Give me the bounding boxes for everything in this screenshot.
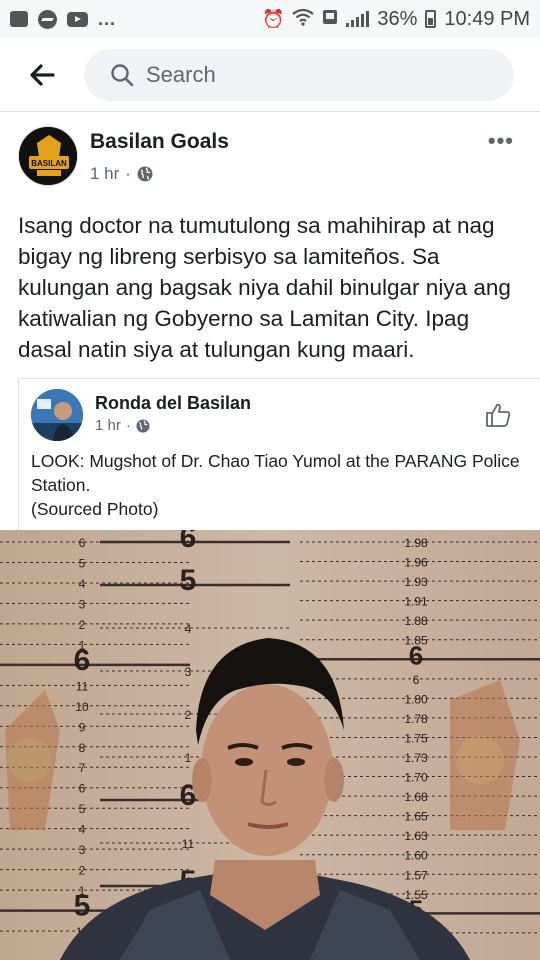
height-mark-left: 6 <box>74 644 91 677</box>
post-text: Isang doctor na tumutulong sa mahihirap … <box>18 213 511 362</box>
wifi-icon <box>292 8 315 31</box>
battery-icon <box>425 10 437 28</box>
meta-separator: · <box>125 164 131 183</box>
height-mark-right: 1.68 <box>404 790 428 804</box>
shared-page-avatar[interactable] <box>31 389 83 441</box>
height-mark-left: 5 <box>74 890 91 923</box>
height-mark-left: 2 <box>79 864 86 878</box>
height-mark-left: 3 <box>79 843 86 857</box>
shared-time[interactable]: 1 hr <box>95 417 121 434</box>
height-mark-right: 1.73 <box>404 751 428 765</box>
height-mark-mid: 2 <box>185 708 192 722</box>
height-mark-right: 6 <box>409 640 423 670</box>
avatar-logo-text: BASILAN <box>31 159 67 168</box>
height-mark-left: 3 <box>79 597 86 611</box>
system-indicators: ⏰ 36% 10:49 PM <box>262 8 530 31</box>
height-mark-left: 4 <box>79 823 86 837</box>
height-mark-left: 9 <box>79 720 86 734</box>
height-mark-right: 6 <box>413 673 420 687</box>
height-mark-mid: 11 <box>182 837 195 851</box>
height-mark-mid: 6 <box>180 530 197 554</box>
height-mark-left: 5 <box>79 556 86 570</box>
height-mark-right: 1.88 <box>404 614 428 628</box>
search-header <box>0 38 540 112</box>
gallery-icon <box>10 11 28 27</box>
post-time[interactable]: 1 hr <box>90 164 119 184</box>
back-button[interactable] <box>0 38 84 112</box>
messenger-icon <box>38 9 57 29</box>
battery-percent: 36% <box>377 7 418 30</box>
page-avatar[interactable]: BASILAN <box>18 126 78 186</box>
height-mark-right: 1.75 <box>404 731 428 745</box>
height-mark-left: 6 <box>79 782 86 796</box>
height-mark-left: 4 <box>79 577 86 591</box>
mugshot-photo: 6543216111098765432151165432161151.981.9… <box>0 530 540 960</box>
youtube-icon <box>67 11 88 27</box>
height-mark-mid: 5 <box>180 564 197 597</box>
height-mark-left: 8 <box>79 741 86 755</box>
height-mark-right: 1.98 <box>404 536 428 550</box>
clock: 10:49 PM <box>444 7 530 30</box>
shared-text-line: LOOK: Mugshot of Dr. Chao Tiao Yumol at … <box>31 451 520 495</box>
height-mark-left: 5 <box>79 802 86 816</box>
screen-cast-icon <box>322 9 338 30</box>
height-mark-right: 1.78 <box>404 712 428 726</box>
height-mark-right: 1.57 <box>404 868 428 882</box>
status-bar: ... ⏰ 36% 10:49 PM <box>0 0 540 38</box>
shared-author[interactable]: Ronda del Basilan <box>95 393 251 414</box>
height-mark-right: 1.96 <box>404 556 428 570</box>
post-options-button[interactable]: ••• <box>488 128 514 154</box>
height-mark-right: 1.70 <box>404 771 428 785</box>
height-mark-right: 1.60 <box>404 849 428 863</box>
search-input[interactable] <box>146 61 466 88</box>
height-mark-left: 10 <box>75 700 89 714</box>
height-mark-left: 2 <box>79 618 86 632</box>
height-mark-right: 1.65 <box>404 810 428 824</box>
height-mark-left: 6 <box>79 536 86 550</box>
like-page-icon[interactable] <box>484 401 512 429</box>
height-mark-mid: 3 <box>185 665 192 679</box>
post-author[interactable]: Basilan Goals <box>90 130 229 154</box>
globe-icon <box>137 166 153 182</box>
alarm-icon: ⏰ <box>261 8 285 29</box>
shared-meta-separator: · <box>125 417 131 434</box>
height-mark-right: 1.63 <box>404 829 428 843</box>
post-header: BASILAN Basilan Goals 1 hr · ••• <box>0 112 540 196</box>
height-mark-mid: 4 <box>185 622 192 636</box>
signal-icon <box>346 11 370 27</box>
more-notifications-indicator: ... <box>98 8 117 29</box>
height-mark-right: 1.93 <box>404 575 428 589</box>
height-mark-mid: 1 <box>185 751 192 765</box>
height-mark-right: 1.80 <box>404 692 428 706</box>
back-arrow-icon <box>30 63 55 86</box>
shared-meta: 1 hr · <box>95 417 150 434</box>
post-photo[interactable]: 6543216111098765432151165432161151.981.9… <box>0 530 540 960</box>
search-icon <box>111 63 134 86</box>
height-mark-left: 11 <box>76 679 89 693</box>
shared-globe-icon <box>136 418 150 433</box>
post-meta: 1 hr · <box>90 164 153 184</box>
height-mark-left: 7 <box>79 761 86 775</box>
shared-text-source: (Sourced Photo) <box>31 499 159 519</box>
feed-post: BASILAN Basilan Goals 1 hr · ••• Isang d… <box>0 112 540 960</box>
search-box[interactable] <box>84 48 514 101</box>
shared-text: LOOK: Mugshot of Dr. Chao Tiao Yumol at … <box>31 449 521 521</box>
height-mark-right: 1.91 <box>404 595 428 609</box>
shared-post[interactable]: Ronda del Basilan 1 hr · LOOK: Mugshot o… <box>18 378 540 530</box>
notification-icons: ... <box>10 9 116 30</box>
